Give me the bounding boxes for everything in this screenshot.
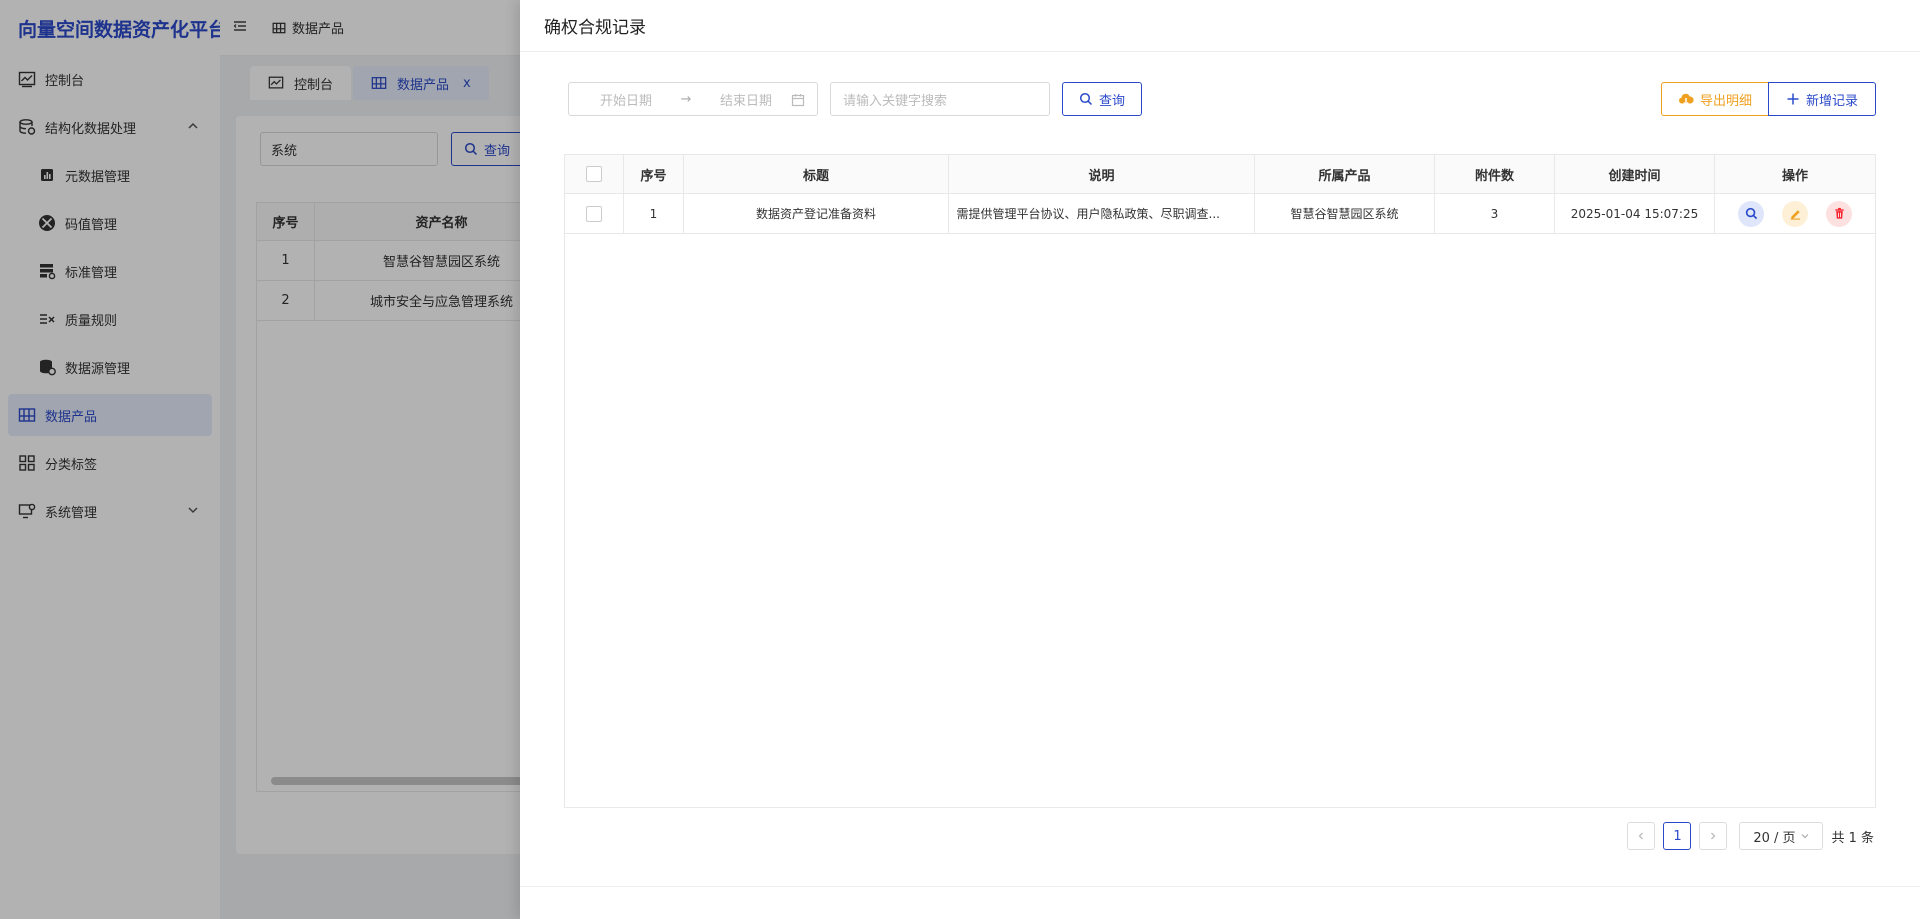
column-header: 操作 [1781, 168, 1808, 184]
chevron-left-icon [1639, 832, 1644, 840]
table-row[interactable]: 1 数据资产登记准备资料 需提供管理平台协议、用户隐私政策、尽职调查... 智慧… [565, 194, 1875, 234]
column-header: 标题 [684, 155, 949, 193]
prev-page-button[interactable] [1627, 822, 1656, 850]
drawer-title: 确权合规记录 [520, 0, 1920, 52]
filter-bar: 开始日期 → 结束日期 请输入关键字搜索 查询 [568, 82, 1142, 116]
row-select-cell [565, 194, 624, 233]
export-label: 导出明细 [1699, 93, 1752, 109]
row-checkbox[interactable] [586, 205, 602, 222]
export-button[interactable]: 导出明细 [1661, 82, 1769, 116]
table-header: 序号 标题 说明 所属产品 附件数 创建时间 操作 [565, 155, 1875, 194]
next-page-button[interactable] [1699, 822, 1728, 850]
created-time-cell: 2025-01-04 15:07:25 [1555, 194, 1715, 233]
query-label: 查询 [1098, 93, 1125, 109]
query-button[interactable]: 查询 [1062, 82, 1142, 116]
date-range-picker[interactable]: 开始日期 → 结束日期 [568, 82, 818, 116]
compliance-table: 序号 标题 说明 所属产品 附件数 创建时间 操作 1 数据资产登记准备资料 需… [564, 154, 1876, 808]
action-buttons: 导出明细 新增记录 [1661, 82, 1876, 116]
end-date-input[interactable]: 结束日期 [701, 90, 791, 109]
add-label: 新增记录 [1805, 93, 1858, 109]
column-header: 附件数 [1435, 155, 1555, 193]
desc-text: 需提供管理平台协议、用户隐私政策、尽职调查... [956, 207, 1220, 221]
drawer-divider [520, 886, 1920, 887]
add-record-button[interactable]: 新增记录 [1768, 82, 1876, 116]
desc-cell: 需提供管理平台协议、用户隐私政策、尽职调查... [949, 194, 1255, 233]
chevron-down-icon [1801, 834, 1808, 839]
page-size-label: 20 / 页 [1753, 830, 1796, 846]
page-size-select[interactable]: 20 / 页 [1739, 822, 1824, 850]
arrow-right-icon: → [680, 91, 692, 107]
chevron-right-icon [1711, 832, 1716, 840]
start-date-input[interactable]: 开始日期 [581, 90, 671, 109]
attachments-cell: 3 [1435, 194, 1555, 233]
delete-button[interactable] [1826, 200, 1852, 227]
column-header: 创建时间 [1555, 155, 1715, 193]
edit-button[interactable] [1782, 200, 1808, 227]
search-icon [1079, 92, 1093, 106]
plus-icon [1787, 93, 1799, 105]
total-count: 共 1 条 [1831, 830, 1874, 846]
operations-cell [1715, 194, 1875, 233]
column-header: 所属产品 [1255, 155, 1435, 193]
page-number-button[interactable]: 1 [1663, 822, 1692, 850]
index-cell: 1 [624, 194, 684, 233]
keyword-search-input[interactable]: 请输入关键字搜索 [830, 82, 1050, 116]
search-icon [1745, 207, 1757, 220]
edit-icon [1790, 210, 1800, 220]
pagination: 1 20 / 页 共 1 条 [1627, 822, 1874, 850]
title-cell: 数据资产登记准备资料 [684, 194, 949, 233]
column-header: 说明 [949, 155, 1255, 193]
product-cell: 智慧谷智慧园区系统 [1255, 194, 1435, 233]
column-header: 序号 [624, 155, 684, 193]
calendar-icon [791, 94, 805, 107]
select-all-checkbox[interactable] [586, 166, 602, 182]
compliance-drawer: 确权合规记录 开始日期 → 结束日期 请输入关键字搜索 查询 导出明细 新增记录 [520, 0, 1920, 919]
select-all-cell [565, 155, 624, 193]
view-button[interactable] [1738, 200, 1764, 227]
trash-icon [1834, 207, 1844, 219]
cloud-download-icon [1679, 93, 1694, 106]
drawer-body: 开始日期 → 结束日期 请输入关键字搜索 查询 导出明细 新增记录 序号 标题 … [544, 52, 1900, 870]
